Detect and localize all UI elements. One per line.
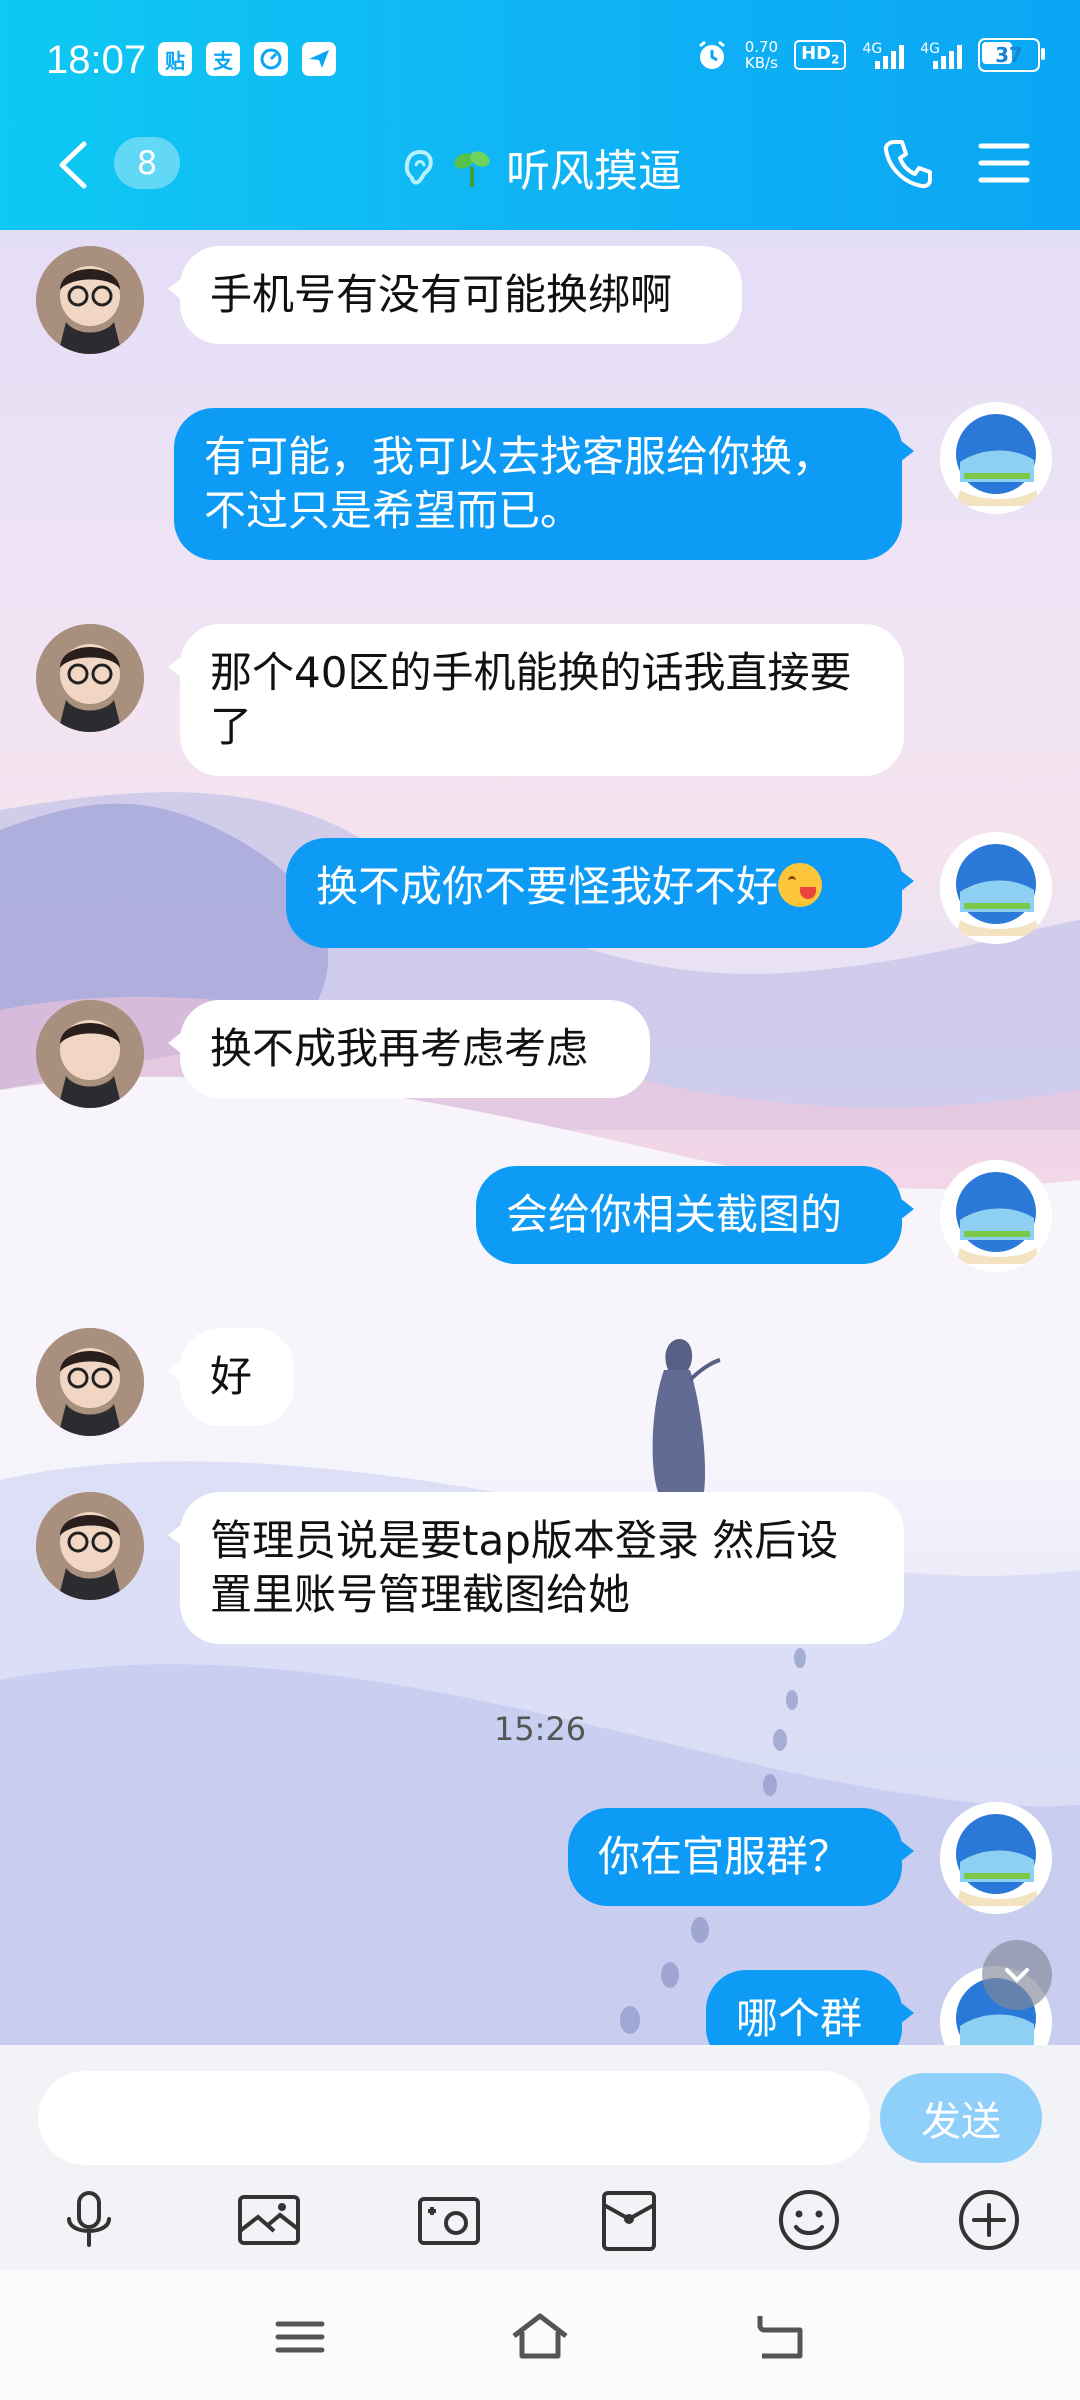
hd-voice-badge: HD2 — [794, 40, 847, 70]
sim2-signal-icon: 4G — [920, 41, 962, 69]
message-bubble-incoming[interactable]: 手机号有没有可能换绑啊 — [168, 246, 742, 344]
my-avatar[interactable] — [940, 1802, 1052, 1914]
camera-icon[interactable] — [414, 2185, 484, 2255]
network-speed: 0.70 KB/s — [744, 38, 779, 72]
status-time: 18:07 — [46, 38, 147, 82]
message-bubble-incoming[interactable]: 管理员说是要tap版本登录 然后设置里账号管理截图给她 — [168, 1492, 904, 1644]
message-bubble-incoming[interactable]: 那个40区的手机能换的话我直接要了 — [168, 624, 904, 776]
plus-more-icon[interactable] — [954, 2185, 1024, 2255]
alipay-notification-icon: 支 — [206, 42, 240, 76]
sprout-icon — [454, 151, 490, 187]
laughing-emoji-icon — [778, 863, 823, 907]
home-icon[interactable] — [508, 2310, 572, 2364]
chat-title: 听风摸逼 — [506, 146, 682, 197]
menu-icon[interactable] — [978, 138, 1030, 188]
composer-bar: 发送 — [0, 2045, 1080, 2270]
back-nav-icon[interactable] — [748, 2310, 812, 2364]
tieba-notification-icon: 贴 — [158, 42, 192, 76]
message-bubble-incoming[interactable]: 好 — [168, 1328, 294, 1426]
message-bubble-outgoing[interactable]: 有可能，我可以去找客服给你换，不过只是希望而已。 — [174, 408, 914, 560]
chat-area[interactable]: 手机号有没有可能换绑啊 有可能，我可以去找客服给你换，不过只是希望而已。 那个4… — [0, 230, 1080, 2045]
gallery-image-icon[interactable] — [234, 2185, 304, 2255]
message-bubble-outgoing[interactable]: 会给你相关截图的 — [476, 1166, 914, 1264]
my-avatar[interactable] — [940, 402, 1052, 514]
message-bubble-incoming[interactable]: 换不成我再考虑考虑 — [168, 1000, 650, 1098]
alarm-icon — [698, 40, 725, 69]
contact-avatar[interactable] — [36, 1000, 144, 1108]
message-text: 换不成你不要怪我好不好 — [316, 862, 779, 911]
speed-notification-icon — [254, 42, 288, 76]
message-bubble-outgoing[interactable]: 哪个群 — [706, 1970, 914, 2045]
phone-call-icon[interactable] — [880, 136, 936, 192]
status-indicators: 0.70 KB/s HD2 4G 4G 37 — [695, 38, 1045, 72]
my-avatar[interactable] — [940, 832, 1052, 944]
send-notification-icon — [302, 42, 336, 76]
message-bubble-outgoing[interactable]: 你在官服群？ — [568, 1808, 914, 1906]
my-avatar[interactable] — [940, 1160, 1052, 1272]
red-packet-icon[interactable] — [594, 2185, 664, 2255]
message-bubble-outgoing[interactable]: 换不成你不要怪我好不好 — [286, 838, 914, 948]
contact-avatar[interactable] — [36, 246, 144, 354]
scroll-to-bottom-button[interactable] — [982, 1940, 1052, 2010]
contact-avatar[interactable] — [36, 624, 144, 732]
contact-avatar[interactable] — [36, 1328, 144, 1436]
voice-mic-icon[interactable] — [54, 2185, 124, 2255]
battery-icon: 37 — [978, 38, 1045, 72]
contact-avatar[interactable] — [36, 1492, 144, 1600]
send-button[interactable]: 发送 — [880, 2073, 1042, 2163]
system-nav-bar — [0, 2270, 1080, 2400]
message-input[interactable] — [38, 2071, 870, 2165]
ear-icon — [404, 149, 433, 185]
recent-apps-icon[interactable] — [268, 2310, 332, 2364]
sim1-signal-icon: 4G — [862, 41, 905, 69]
chevron-down-icon — [1005, 1968, 1029, 1983]
message-timestamp: 15:26 — [493, 1710, 587, 1748]
status-app-icons: 贴 支 — [158, 42, 336, 76]
top-bar: 18:07 贴 支 0.70 KB/s HD2 4G 4G 37 8 听风摸逼 — [0, 0, 1080, 230]
emoji-smile-icon[interactable] — [774, 2185, 844, 2255]
